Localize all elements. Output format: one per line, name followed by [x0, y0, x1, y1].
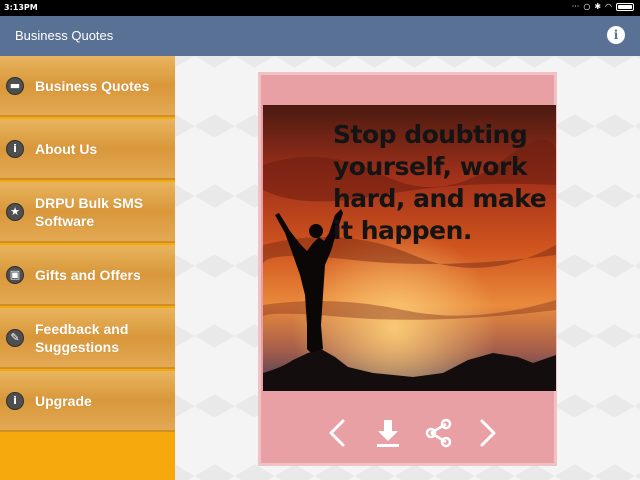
sidebar: ▬ Business Quotes i About Us ★ DRPU Bulk…: [0, 56, 175, 480]
sidebar-item-gifts-and-offers[interactable]: ▣ Gifts and Offers: [0, 245, 175, 306]
quote-controls: [261, 415, 560, 455]
share-icon: [425, 418, 452, 448]
sidebar-item-label: About Us: [35, 140, 98, 157]
sidebar-item-feedback[interactable]: ✎ Feedback and Suggestions: [0, 308, 175, 369]
sidebar-item-label: Gifts and Offers: [35, 266, 141, 283]
sidebar-item-label: Business Quotes: [35, 77, 150, 94]
next-button[interactable]: [468, 415, 504, 451]
alarm-icon: ○: [583, 2, 591, 11]
info-icon: i: [6, 391, 24, 410]
status-bar: 3:13PM ··· ○ ✱ ◠: [0, 0, 640, 16]
download-button[interactable]: [370, 415, 406, 451]
chevron-left-icon: [329, 419, 345, 447]
briefcase-icon: ▬: [6, 76, 24, 95]
sidebar-item-label: DRPU Bulk SMS Software: [35, 194, 144, 229]
app-title: Business Quotes: [15, 28, 114, 43]
sidebar-item-about-us[interactable]: i About Us: [0, 119, 175, 180]
quote-image: Stop doubting yourself, work hard, and m…: [263, 105, 556, 391]
quote-text: Stop doubting yourself, work hard, and m…: [333, 120, 547, 245]
info-icon: i: [613, 28, 619, 42]
sidebar-item-business-quotes[interactable]: ▬ Business Quotes: [0, 56, 175, 117]
gift-icon: ▣: [6, 265, 24, 284]
info-button[interactable]: i: [607, 26, 625, 44]
app-bar: Business Quotes i: [0, 16, 640, 56]
sidebar-item-label: Feedback and Suggestions: [35, 320, 129, 355]
info-icon: i: [6, 139, 24, 158]
previous-button[interactable]: [321, 415, 357, 451]
quote-card: Stop doubting yourself, work hard, and m…: [258, 72, 557, 466]
wifi-icon: ◠: [605, 2, 612, 11]
star-icon: ★: [6, 202, 24, 221]
status-time: 3:13PM: [4, 3, 38, 12]
share-button[interactable]: [421, 415, 457, 451]
download-icon: [377, 420, 399, 447]
sidebar-item-label: Upgrade: [35, 392, 92, 409]
feedback-icon: ✎: [6, 328, 24, 347]
bluetooth-icon: ✱: [594, 2, 602, 11]
status-icons: ··· ○ ✱ ◠: [572, 2, 634, 11]
chevron-right-icon: [480, 419, 496, 447]
sidebar-item-drpu-bulk-sms[interactable]: ★ DRPU Bulk SMS Software: [0, 182, 175, 243]
sidebar-item-upgrade[interactable]: i Upgrade: [0, 371, 175, 432]
content-area: Stop doubting yourself, work hard, and m…: [175, 56, 640, 480]
battery-icon: [616, 2, 634, 11]
more-icon: ···: [571, 2, 580, 11]
